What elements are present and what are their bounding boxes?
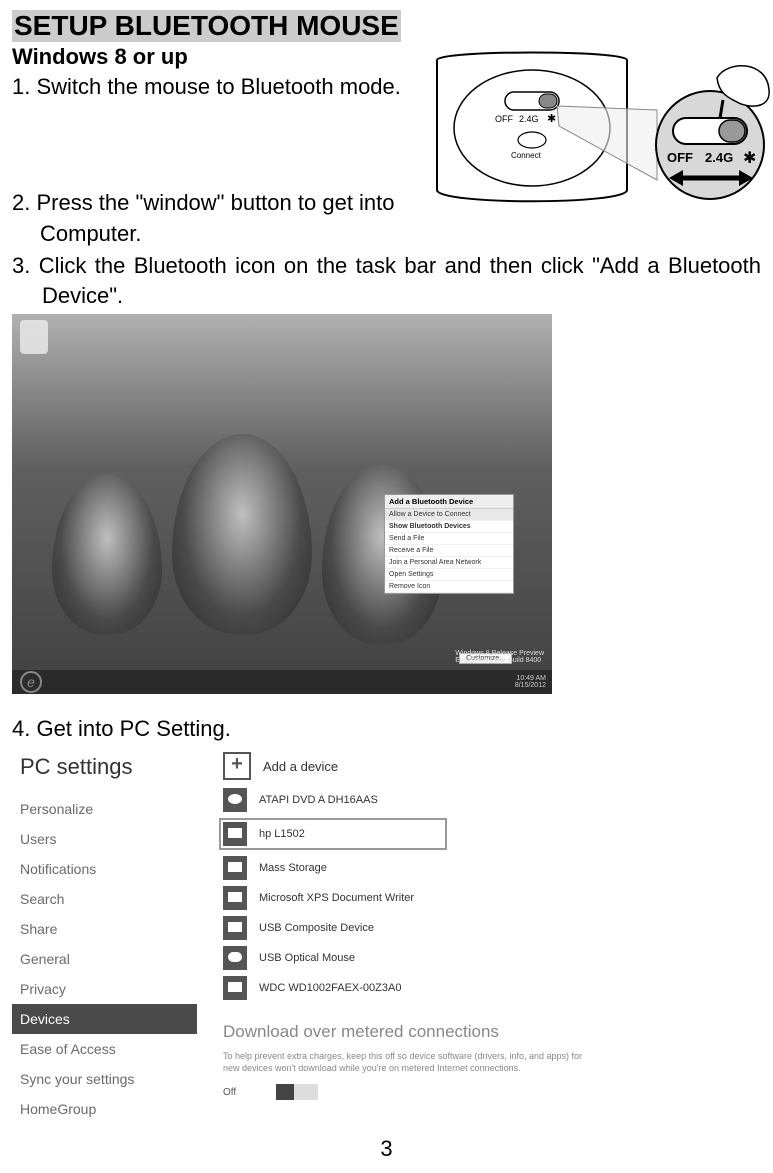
printer-icon <box>223 886 247 910</box>
bluetooth-context-menu: Add a Bluetooth Device Allow a Device to… <box>384 494 514 594</box>
switch-label-24g: 2.4G <box>519 114 539 124</box>
wallpaper-tulip <box>172 434 312 634</box>
sidebar-item-homegroup[interactable]: HomeGroup <box>12 1094 197 1124</box>
bt-menu-header[interactable]: Add a Bluetooth Device <box>385 495 513 509</box>
sidebar-item-notifications[interactable]: Notifications <box>12 854 197 884</box>
sidebar-item-privacy[interactable]: Privacy <box>12 974 197 1004</box>
bt-menu-item[interactable]: Open Settings <box>385 569 513 581</box>
device-row[interactable]: Mass Storage <box>223 856 612 880</box>
add-device-button[interactable]: + Add a device <box>223 752 612 780</box>
sidebar-item-sync[interactable]: Sync your settings <box>12 1064 197 1094</box>
device-label: ATAPI DVD A DH16AAS <box>259 794 378 806</box>
add-device-label: Add a device <box>263 759 338 774</box>
pc-settings-screenshot: PC settings Personalize Users Notificati… <box>12 748 612 1128</box>
bt-menu-item[interactable]: Receive a File <box>385 545 513 557</box>
plus-icon: + <box>223 752 251 780</box>
system-tray-clock: 10:49 AM 8/15/2012 <box>515 675 552 690</box>
zoom-label-off: OFF <box>667 150 693 165</box>
device-row[interactable]: ATAPI DVD A DH16AAS <box>223 788 612 812</box>
download-metered-title: Download over metered connections <box>223 1022 612 1042</box>
bt-menu-item[interactable]: Remove Icon <box>385 581 513 593</box>
device-row[interactable]: Microsoft XPS Document Writer <box>223 886 612 910</box>
switch-label-off: OFF <box>495 114 513 124</box>
disc-icon <box>223 788 247 812</box>
sidebar-item-personalize[interactable]: Personalize <box>12 794 197 824</box>
metered-toggle[interactable] <box>276 1084 318 1100</box>
sidebar-item-share[interactable]: Share <box>12 914 197 944</box>
device-label: USB Optical Mouse <box>259 952 355 964</box>
download-metered-body: To help prevent extra charges, keep this… <box>223 1050 593 1074</box>
sidebar-item-users[interactable]: Users <box>12 824 197 854</box>
sidebar-item-search[interactable]: Search <box>12 884 197 914</box>
bt-menu-item[interactable]: Allow a Device to Connect <box>385 509 513 521</box>
bt-menu-item[interactable]: Show Bluetooth Devices <box>385 521 513 533</box>
wallpaper-tulip <box>52 474 162 634</box>
pc-settings-title: PC settings <box>12 748 197 794</box>
sidebar-item-ease-of-access[interactable]: Ease of Access <box>12 1034 197 1064</box>
section-title: SETUP BLUETOOTH MOUSE <box>12 10 401 42</box>
device-row[interactable]: USB Composite Device <box>223 916 612 940</box>
taskbar: e 10:49 AM 8/15/2012 <box>12 670 552 694</box>
sidebar-item-devices[interactable]: Devices <box>12 1004 197 1034</box>
usb-icon <box>223 916 247 940</box>
pc-settings-sidebar: PC settings Personalize Users Notificati… <box>12 748 197 1128</box>
bt-menu-item[interactable]: Join a Personal Area Network <box>385 557 513 569</box>
device-label: Microsoft XPS Document Writer <box>259 892 414 904</box>
mouse-switch-diagram: OFF 2.4G ✱ Connect OFF 2.4G ✱ <box>427 50 773 210</box>
desktop-screenshot: Add a Bluetooth Device Allow a Device to… <box>12 314 552 694</box>
bluetooth-glyph-small: ✱ <box>547 113 556 125</box>
monitor-icon <box>223 822 247 846</box>
bt-menu-item[interactable]: Send a File <box>385 533 513 545</box>
device-row[interactable]: USB Optical Mouse <box>223 946 612 970</box>
devices-panel: + Add a device ATAPI DVD A DH16AAS hp L1… <box>197 748 612 1128</box>
step-3: 3. Click the Bluetooth icon on the task … <box>12 251 761 310</box>
device-label: USB Composite Device <box>259 922 374 934</box>
toggle-label: Off <box>223 1087 236 1098</box>
zoom-label-24g: 2.4G <box>705 150 733 165</box>
device-label: Mass Storage <box>259 862 327 874</box>
page-number: 3 <box>12 1136 761 1162</box>
device-label: WDC WD1002FAEX-00Z3A0 <box>259 982 401 994</box>
device-row-selected[interactable]: hp L1502 <box>219 818 447 850</box>
device-label: hp L1502 <box>259 828 305 840</box>
step-4: 4. Get into PC Setting. <box>12 714 761 744</box>
drive-icon <box>223 856 247 880</box>
step-2-line2: Computer. <box>12 219 761 249</box>
sidebar-item-general[interactable]: General <box>12 944 197 974</box>
bluetooth-glyph-large: ✱ <box>743 150 756 167</box>
sidebar-item-windows-update[interactable]: Windows Update <box>12 1124 197 1128</box>
windows-watermark: Windows 8 Release Preview Evaluation cop… <box>455 650 544 664</box>
hdd-icon <box>223 976 247 1000</box>
connect-label: Connect <box>511 151 542 160</box>
recycle-bin-icon <box>20 320 48 354</box>
mouse-icon <box>223 946 247 970</box>
device-row[interactable]: WDC WD1002FAEX-00Z3A0 <box>223 976 612 1000</box>
ie-icon[interactable]: e <box>20 671 42 693</box>
